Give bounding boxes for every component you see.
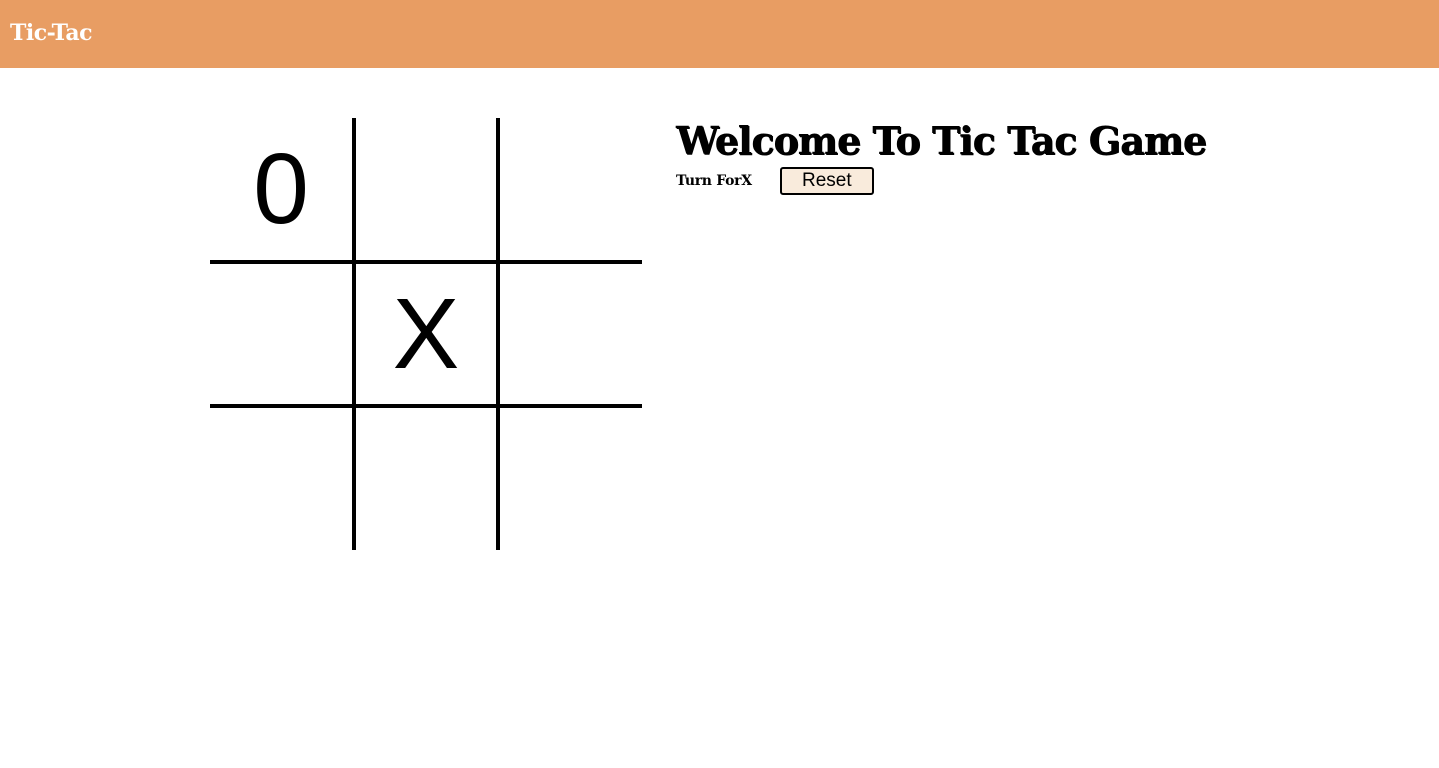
brand-title: Tic-Tac bbox=[10, 20, 93, 46]
board-cell-1[interactable]: 0 bbox=[210, 118, 354, 262]
board-cell-9[interactable] bbox=[498, 406, 642, 550]
board-cell-2[interactable] bbox=[354, 118, 498, 262]
turn-player: X bbox=[741, 173, 752, 189]
turn-indicator: Turn ForX bbox=[676, 173, 752, 189]
board-cell-4[interactable] bbox=[210, 262, 354, 406]
turn-row: Turn ForX Reset bbox=[676, 166, 1396, 196]
board-cell-7[interactable] bbox=[210, 406, 354, 550]
board-cell-8[interactable] bbox=[354, 406, 498, 550]
board-cell-3[interactable] bbox=[498, 118, 642, 262]
game-info: Welcome To Tic Tac Game Turn ForX Reset bbox=[676, 118, 1396, 196]
reset-button[interactable]: Reset bbox=[779, 167, 874, 195]
page-title: Welcome To Tic Tac Game bbox=[676, 118, 1207, 163]
board-cell-6[interactable] bbox=[498, 262, 642, 406]
board-cell-5[interactable]: X bbox=[354, 262, 498, 406]
turn-prefix: Turn For bbox=[676, 173, 742, 189]
navbar: Tic-Tac bbox=[0, 0, 1439, 68]
game-board: 0 X bbox=[210, 118, 642, 550]
